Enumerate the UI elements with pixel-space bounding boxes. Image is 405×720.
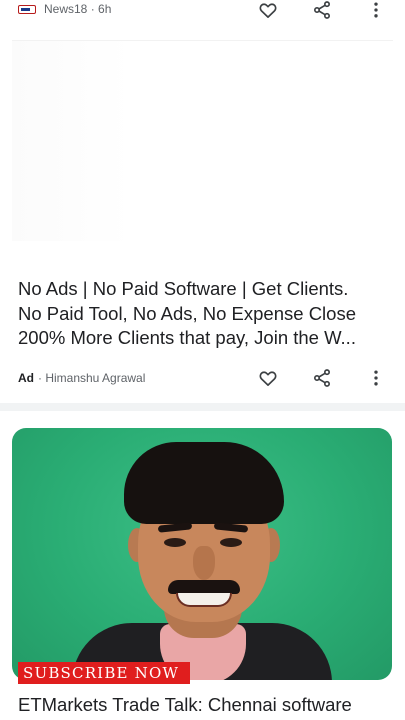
article-image-placeholder[interactable]	[12, 40, 393, 270]
subscribe-now-overlay[interactable]: SUBSCRIBE NOW	[18, 662, 190, 684]
news18-logo-icon	[18, 5, 36, 14]
heart-icon	[259, 371, 277, 386]
like-button[interactable]	[254, 364, 282, 392]
more-vert-icon	[374, 370, 378, 386]
like-button[interactable]	[254, 0, 282, 24]
ad-headline-line: 200% More Clients that pay, Join the W..…	[18, 327, 356, 348]
ad-meta-row: Ad · Himanshu Agrawal	[0, 366, 405, 390]
news-feed: News18 · 6h No Ads | No Paid Software | …	[0, 0, 405, 720]
article-headline[interactable]: ETMarkets Trade Talk: Chennai software	[18, 693, 390, 717]
more-options-button[interactable]	[362, 364, 390, 392]
ad-badge: Ad	[18, 371, 34, 385]
card-divider	[0, 403, 405, 411]
image-placeholder-icon	[12, 41, 132, 241]
heart-icon	[259, 3, 277, 18]
share-icon	[314, 369, 330, 387]
article-hero-image[interactable]	[12, 428, 392, 680]
ad-headline[interactable]: No Ads | No Paid Software | Get Clients.…	[18, 277, 390, 351]
source-label[interactable]: News18 · 6h	[44, 2, 111, 16]
ad-headline-line: No Ads | No Paid Software | Get Clients.	[18, 278, 349, 299]
advertiser-label[interactable]: · Himanshu Agrawal	[38, 371, 145, 385]
card-meta-row: News18 · 6h	[0, 0, 405, 22]
share-button[interactable]	[308, 364, 336, 392]
share-icon	[314, 1, 330, 19]
ad-headline-line: No Paid Tool, No Ads, No Expense Close	[18, 302, 356, 324]
share-button[interactable]	[308, 0, 336, 24]
more-vert-icon	[374, 2, 378, 18]
more-options-button[interactable]	[362, 0, 390, 24]
